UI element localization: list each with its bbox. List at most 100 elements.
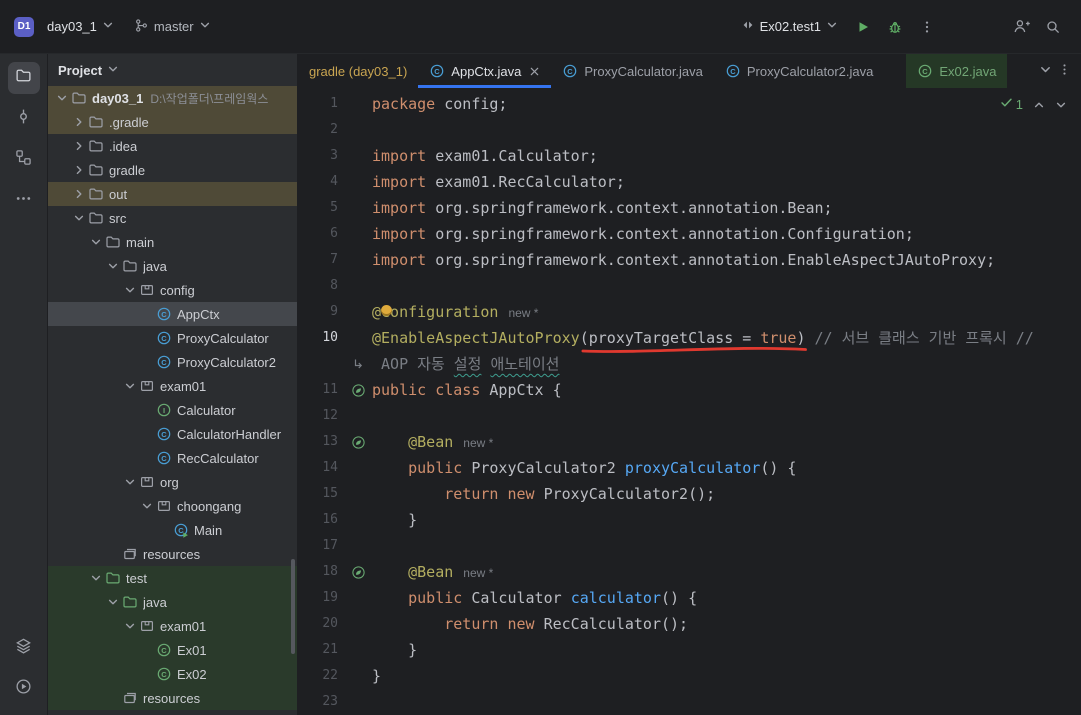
inspection-status[interactable]: 1 xyxy=(1000,92,1023,118)
spring-bean-gutter-icon[interactable] xyxy=(344,559,372,585)
code-line-19[interactable]: 19 public Calculator calculator() { xyxy=(298,585,1081,611)
tree-item-ex01[interactable]: C Ex01 xyxy=(48,638,297,662)
tree-item-gradle[interactable]: .gradle xyxy=(48,110,297,134)
code-line-22[interactable]: 22} xyxy=(298,663,1081,689)
spring-bean-gutter-icon[interactable] xyxy=(344,429,372,455)
tree-item-ex02[interactable]: C Ex02 xyxy=(48,662,297,686)
tab-gradle-day03-1[interactable]: gradle (day03_1) xyxy=(298,54,418,88)
code-line-20[interactable]: 20 return new RecCalculator(); xyxy=(298,611,1081,637)
editor[interactable]: 1 package config; 2 3 import exam01.Calculat… xyxy=(298,88,1081,715)
code-token: public xyxy=(372,381,427,399)
tree-item-java[interactable]: java xyxy=(48,254,297,278)
spring-bean-gutter-icon[interactable] xyxy=(344,377,372,403)
code-with-me-button[interactable] xyxy=(1007,13,1035,41)
chevron-down-icon[interactable] xyxy=(54,90,70,106)
run-button[interactable] xyxy=(849,13,877,41)
chevron-down-icon[interactable] xyxy=(71,210,87,226)
project-badge[interactable]: D1 xyxy=(14,16,34,37)
code-line-18[interactable]: 18 @Bean new * xyxy=(298,559,1081,585)
tree-item-main[interactable]: C Main xyxy=(48,518,297,542)
code-line-10[interactable]: 10 @EnableAspectJAutoProxy(proxyTargetCla… xyxy=(298,325,1081,353)
chevron-down-icon[interactable] xyxy=(88,234,104,250)
code-line-14[interactable]: 14 public ProxyCalculator2 proxyCalculat… xyxy=(298,455,1081,481)
code-line-15[interactable]: 15 return new ProxyCalculator2(); xyxy=(298,481,1081,507)
chevron-down-icon[interactable] xyxy=(122,618,138,634)
chevron-right-icon[interactable] xyxy=(71,114,87,130)
stripe-item-services[interactable] xyxy=(8,632,40,664)
code-line-6[interactable]: 6 import org.springframework.context.anno… xyxy=(298,221,1081,247)
tree-item-org[interactable]: org xyxy=(48,470,297,494)
tree-item-idea[interactable]: .idea xyxy=(48,134,297,158)
tree-item-calculator[interactable]: I Calculator xyxy=(48,398,297,422)
tree-item-proxycalculator2[interactable]: C ProxyCalculator2 xyxy=(48,350,297,374)
tree-item-proxycalculator[interactable]: C ProxyCalculator xyxy=(48,326,297,350)
more-actions-button[interactable] xyxy=(913,13,941,41)
tree-item-src[interactable]: src xyxy=(48,206,297,230)
scrollbar-thumb[interactable] xyxy=(291,559,295,654)
search-everywhere-button[interactable] xyxy=(1039,13,1067,41)
line-number: 16 xyxy=(322,512,338,527)
tree-item-config[interactable]: config xyxy=(48,278,297,302)
code-line-2[interactable]: 2 xyxy=(298,117,1081,143)
code-line-5[interactable]: 5 import org.springframework.context.anno… xyxy=(298,195,1081,221)
chevron-down-icon[interactable] xyxy=(122,474,138,490)
branch-selector[interactable]: master xyxy=(127,13,218,41)
chevron-down-icon[interactable] xyxy=(122,282,138,298)
tree-item-resources[interactable]: resources xyxy=(48,542,297,566)
tree-item-out[interactable]: out xyxy=(48,182,297,206)
code-line-wrap[interactable]: AOP 자동 설정 애노테이션 xyxy=(298,351,1081,377)
tree-item-appctx[interactable]: C AppCtx xyxy=(48,302,297,326)
tree-item-day03-1[interactable]: day03_1 D:\작업폴더\프레임웍스 xyxy=(48,86,297,110)
chevron-down-icon[interactable] xyxy=(105,258,121,274)
code-line-21[interactable]: 21 } xyxy=(298,637,1081,663)
code-line-4[interactable]: 4 import exam01.RecCalculator; xyxy=(298,169,1081,195)
code-line-12[interactable]: 12 xyxy=(298,403,1081,429)
chevron-down-icon[interactable] xyxy=(105,594,121,610)
close-tab-icon[interactable] xyxy=(529,66,540,77)
project-panel-header[interactable]: Project xyxy=(48,54,297,86)
chevron-down-icon[interactable] xyxy=(88,570,104,586)
tree-item-resources[interactable]: resources xyxy=(48,686,297,710)
chevron-right-icon[interactable] xyxy=(71,138,87,154)
tab-more-options-icon[interactable] xyxy=(1058,63,1071,79)
run-config-selector[interactable]: Ex02.test1 xyxy=(734,13,845,40)
code-line-7[interactable]: 7 import org.springframework.context.anno… xyxy=(298,247,1081,273)
tree-item-choongang[interactable]: choongang xyxy=(48,494,297,518)
chevron-down-icon[interactable] xyxy=(122,378,138,394)
tab-proxycalculator-java[interactable]: C ProxyCalculator.java xyxy=(551,54,714,88)
debug-button[interactable] xyxy=(881,13,909,41)
prev-problem-icon[interactable] xyxy=(1033,99,1045,111)
code-line-13[interactable]: 13 @Bean new * xyxy=(298,429,1081,455)
code-line-8[interactable]: 8 xyxy=(298,273,1081,299)
chevron-right-icon[interactable] xyxy=(71,186,87,202)
tree-item-java[interactable]: java xyxy=(48,590,297,614)
tree-item-calculatorhandler[interactable]: C CalculatorHandler xyxy=(48,422,297,446)
stripe-item-more[interactable] xyxy=(8,185,40,217)
code-line-23[interactable]: 23 xyxy=(298,689,1081,715)
tab-appctx-java[interactable]: C AppCtx.java xyxy=(418,54,552,88)
stripe-item-run[interactable] xyxy=(8,673,40,705)
code-line-9[interactable]: 9 @Configuration new * xyxy=(298,299,1081,325)
stripe-item-commit[interactable] xyxy=(8,103,40,135)
project-selector[interactable]: day03_1 xyxy=(40,14,121,39)
tab-proxycalculator2-java[interactable]: C ProxyCalculator2.java xyxy=(714,54,884,88)
code-line-11[interactable]: 11 public class AppCtx { xyxy=(298,377,1081,403)
code-line-3[interactable]: 3 import exam01.Calculator; xyxy=(298,143,1081,169)
code-line-1[interactable]: 1 package config; xyxy=(298,91,1081,117)
code-line-17[interactable]: 17 xyxy=(298,533,1081,559)
tree-item-main[interactable]: main xyxy=(48,230,297,254)
tree-item-reccalculator[interactable]: C RecCalculator xyxy=(48,446,297,470)
chevron-right-icon[interactable] xyxy=(71,162,87,178)
tree-item-exam01[interactable]: exam01 xyxy=(48,614,297,638)
tab-ex02-java[interactable]: C Ex02.java xyxy=(906,54,1008,88)
tree-item-exam01[interactable]: exam01 xyxy=(48,374,297,398)
tab-list-dropdown-icon[interactable] xyxy=(1039,63,1052,79)
tree-item-gradle[interactable]: gradle xyxy=(48,158,297,182)
tree-item-test[interactable]: test xyxy=(48,566,297,590)
chevron-down-icon[interactable] xyxy=(139,498,155,514)
code-line-16[interactable]: 16 } xyxy=(298,507,1081,533)
next-problem-icon[interactable] xyxy=(1055,99,1067,111)
stripe-item-project[interactable] xyxy=(7,62,40,94)
intention-bulb-icon[interactable] xyxy=(381,305,393,316)
stripe-item-structure[interactable] xyxy=(8,144,40,176)
